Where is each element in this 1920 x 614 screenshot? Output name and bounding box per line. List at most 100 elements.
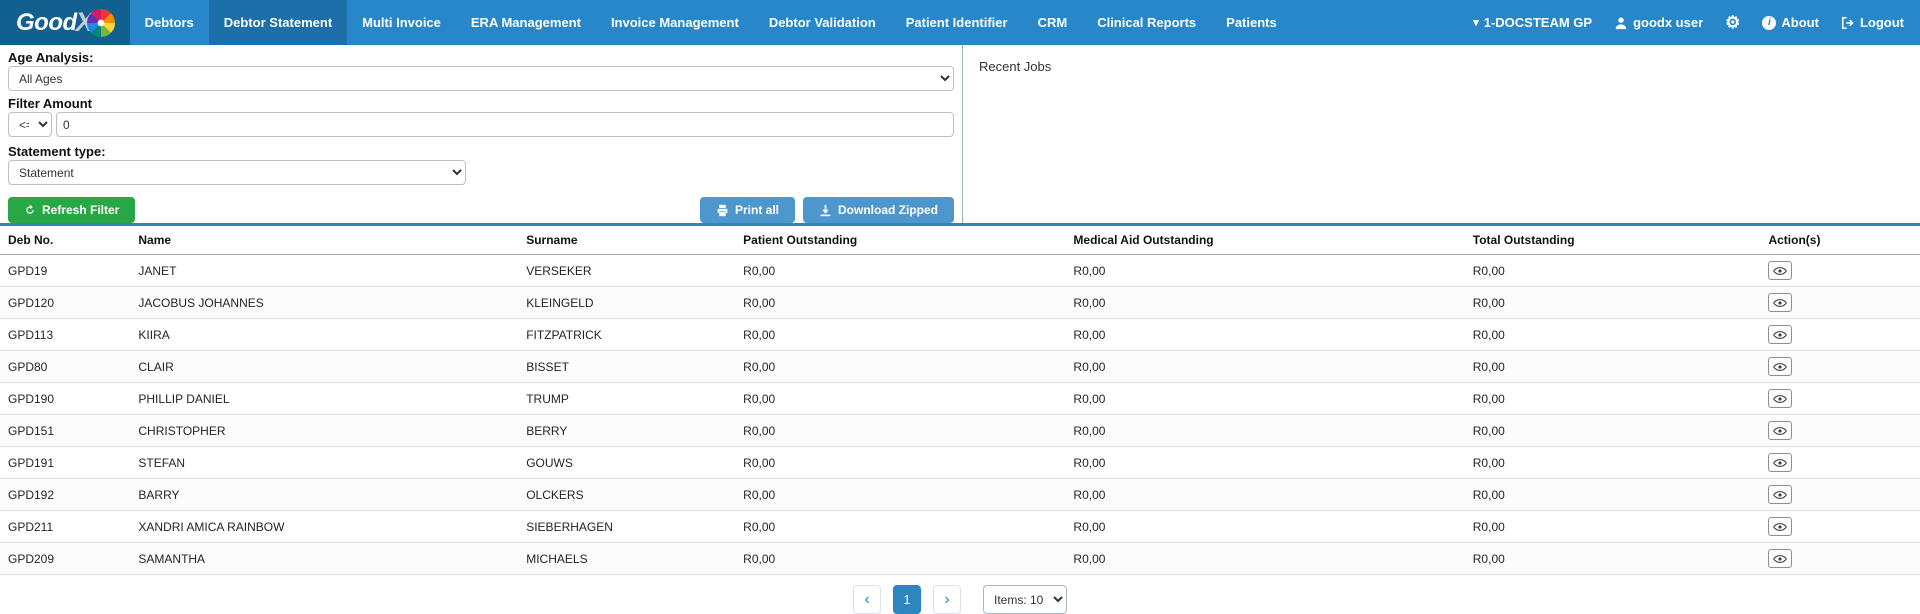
pagination-prev-button[interactable]: ‹ — [853, 585, 881, 614]
cell-medical-aid-outstanding: R0,00 — [1069, 255, 1468, 287]
cell-surname: TRUMP — [522, 383, 739, 415]
cell-deb-no: GPD209 — [0, 543, 134, 575]
print-all-label: Print all — [735, 203, 779, 217]
cell-deb-no: GPD19 — [0, 255, 134, 287]
column-header: Patient Outstanding — [739, 226, 1069, 255]
cell-medical-aid-outstanding: R0,00 — [1069, 447, 1468, 479]
actions-cell — [1764, 447, 1920, 479]
eye-icon — [1773, 458, 1787, 468]
view-statement-button[interactable] — [1768, 485, 1792, 504]
refresh-filter-button[interactable]: Refresh Filter — [8, 197, 135, 223]
cell-patient-outstanding: R0,00 — [739, 543, 1069, 575]
filter-panel: Age Analysis: All Ages Filter Amount <= … — [0, 45, 962, 223]
cell-name: XANDRI AMICA RAINBOW — [134, 511, 522, 543]
view-statement-button[interactable] — [1768, 261, 1792, 280]
cell-deb-no: GPD190 — [0, 383, 134, 415]
user-menu[interactable]: goodx user — [1614, 15, 1703, 30]
cell-surname: MICHAELS — [522, 543, 739, 575]
chevron-right-icon: › — [944, 591, 949, 609]
column-header: Name — [134, 226, 522, 255]
actions-cell — [1764, 479, 1920, 511]
age-analysis-label: Age Analysis: — [8, 51, 954, 65]
refresh-filter-label: Refresh Filter — [42, 203, 119, 217]
view-statement-button[interactable] — [1768, 421, 1792, 440]
eye-icon — [1773, 362, 1787, 372]
cell-surname: VERSEKER — [522, 255, 739, 287]
print-all-button[interactable]: Print all — [700, 197, 795, 223]
column-header: Total Outstanding — [1469, 226, 1765, 255]
age-analysis-select[interactable]: All Ages — [8, 66, 954, 91]
cell-medical-aid-outstanding: R0,00 — [1069, 383, 1468, 415]
view-statement-button[interactable] — [1768, 293, 1792, 312]
brand-logo[interactable]: Good X — [0, 0, 130, 45]
practice-name: 1-DOCSTEAM GP — [1484, 15, 1592, 30]
view-statement-button[interactable] — [1768, 517, 1792, 536]
table-row: GPD151CHRISTOPHERBERRYR0,00R0,00R0,00 — [0, 415, 1920, 447]
cell-patient-outstanding: R0,00 — [739, 255, 1069, 287]
cell-total-outstanding: R0,00 — [1469, 287, 1765, 319]
cell-total-outstanding: R0,00 — [1469, 479, 1765, 511]
filter-actions-row: Refresh Filter Print all Download Zipped — [8, 197, 954, 223]
practice-selector[interactable]: ▾ 1-DOCSTEAM GP — [1473, 15, 1592, 30]
refresh-icon — [24, 204, 36, 216]
statement-type-select[interactable]: Statement — [8, 160, 466, 185]
download-zipped-button[interactable]: Download Zipped — [803, 197, 954, 223]
nav-item-patient-identifier[interactable]: Patient Identifier — [891, 0, 1023, 45]
nav-item-debtor-statement[interactable]: Debtor Statement — [209, 0, 347, 45]
cell-patient-outstanding: R0,00 — [739, 479, 1069, 511]
view-statement-button[interactable] — [1768, 549, 1792, 568]
cell-surname: SIEBERHAGEN — [522, 511, 739, 543]
settings-button[interactable]: ⚙ — [1725, 14, 1740, 31]
view-statement-button[interactable] — [1768, 389, 1792, 408]
view-statement-button[interactable] — [1768, 325, 1792, 344]
nav-item-clinical-reports[interactable]: Clinical Reports — [1082, 0, 1211, 45]
nav-item-multi-invoice[interactable]: Multi Invoice — [347, 0, 456, 45]
nav-item-debtors[interactable]: Debtors — [130, 0, 209, 45]
cell-surname: FITZPATRICK — [522, 319, 739, 351]
cell-deb-no: GPD192 — [0, 479, 134, 511]
column-header: Medical Aid Outstanding — [1069, 226, 1468, 255]
cell-medical-aid-outstanding: R0,00 — [1069, 415, 1468, 447]
debtors-table: Deb No.NameSurnamePatient OutstandingMed… — [0, 226, 1920, 575]
info-icon: i — [1762, 16, 1776, 30]
cell-surname: BERRY — [522, 415, 739, 447]
eye-icon — [1773, 554, 1787, 564]
items-per-page-select[interactable]: Items: 10 — [983, 585, 1067, 614]
nav-item-era-management[interactable]: ERA Management — [456, 0, 596, 45]
cell-total-outstanding: R0,00 — [1469, 415, 1765, 447]
nav-item-invoice-management[interactable]: Invoice Management — [596, 0, 754, 45]
cell-medical-aid-outstanding: R0,00 — [1069, 319, 1468, 351]
cell-surname: OLCKERS — [522, 479, 739, 511]
nav-item-patients[interactable]: Patients — [1211, 0, 1292, 45]
about-link[interactable]: i About — [1762, 15, 1819, 30]
cell-patient-outstanding: R0,00 — [739, 447, 1069, 479]
filter-amount-operator-select[interactable]: <= — [8, 112, 52, 137]
logout-label: Logout — [1860, 15, 1904, 30]
column-header: Action(s) — [1764, 226, 1920, 255]
about-label: About — [1781, 15, 1819, 30]
eye-icon — [1773, 490, 1787, 500]
view-statement-button[interactable] — [1768, 453, 1792, 472]
cell-deb-no: GPD191 — [0, 447, 134, 479]
eye-icon — [1773, 522, 1787, 532]
caret-down-icon: ▾ — [1473, 16, 1479, 29]
logout-icon — [1841, 16, 1855, 30]
table-row: GPD211XANDRI AMICA RAINBOWSIEBERHAGENR0,… — [0, 511, 1920, 543]
nav-item-debtor-validation[interactable]: Debtor Validation — [754, 0, 891, 45]
filter-amount-input[interactable] — [56, 112, 954, 137]
view-statement-button[interactable] — [1768, 357, 1792, 376]
gear-icon: ⚙ — [1725, 14, 1740, 31]
cell-total-outstanding: R0,00 — [1469, 511, 1765, 543]
brand-text: Good — [16, 9, 77, 37]
pinwheel-logo-icon — [86, 8, 116, 38]
actions-cell — [1764, 351, 1920, 383]
pagination-next-button[interactable]: › — [933, 585, 961, 614]
actions-cell — [1764, 319, 1920, 351]
column-header: Deb No. — [0, 226, 134, 255]
pagination-page-1-button[interactable]: 1 — [893, 585, 921, 614]
logout-link[interactable]: Logout — [1841, 15, 1904, 30]
column-header: Surname — [522, 226, 739, 255]
nav-item-crm[interactable]: CRM — [1023, 0, 1083, 45]
filter-and-jobs-area: Age Analysis: All Ages Filter Amount <= … — [0, 45, 1920, 223]
recent-jobs-panel: Recent Jobs — [963, 45, 1920, 223]
